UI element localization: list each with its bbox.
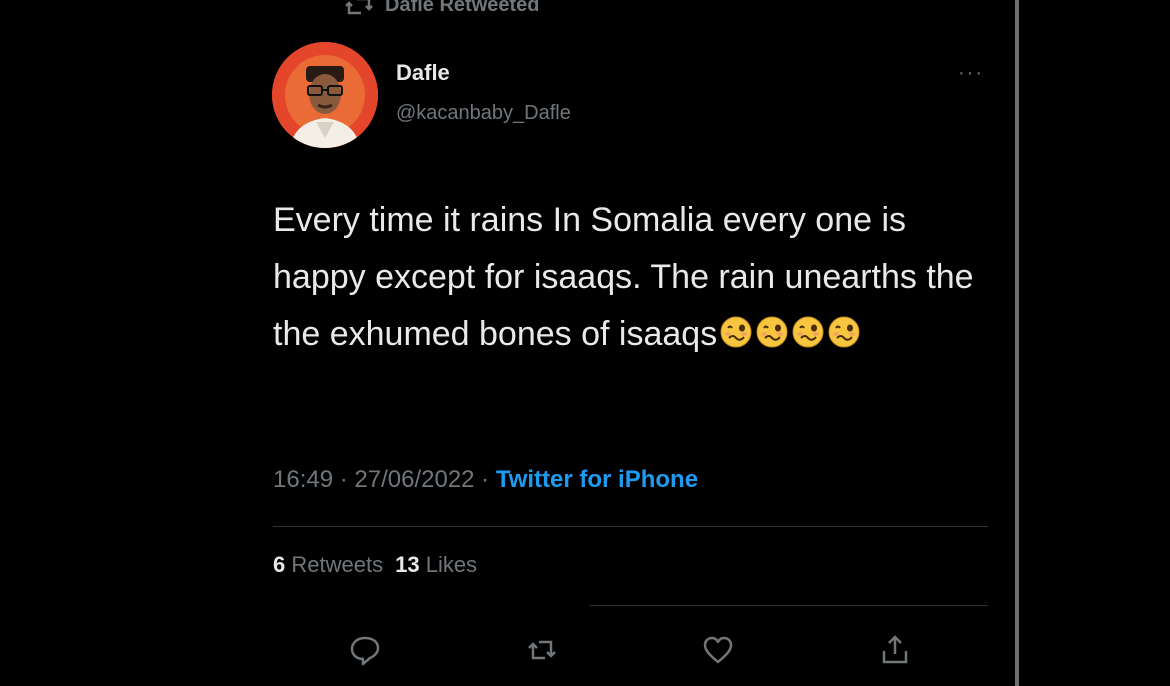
display-name[interactable]: Dafle bbox=[396, 60, 450, 86]
woozy-face-icon bbox=[720, 316, 752, 348]
reply-button[interactable] bbox=[345, 630, 385, 670]
woozy-face-icon bbox=[792, 316, 824, 348]
divider bbox=[590, 605, 988, 606]
retweets-label[interactable]: Retweets bbox=[291, 552, 383, 577]
tweet-meta: 16:49 · 27/06/2022 · Twitter for iPhone bbox=[273, 466, 698, 494]
divider bbox=[273, 526, 988, 527]
tweet-time[interactable]: 16:49 bbox=[273, 466, 333, 493]
likes-count[interactable]: 13 bbox=[395, 552, 419, 577]
retweet-button[interactable] bbox=[522, 630, 562, 670]
meta-separator: · bbox=[474, 466, 496, 493]
retweet-banner: Dafle Retweeted bbox=[345, 0, 540, 17]
avatar[interactable] bbox=[272, 42, 378, 148]
column-border bbox=[1015, 0, 1019, 686]
share-button[interactable] bbox=[875, 630, 915, 670]
meta-separator: · bbox=[333, 466, 355, 493]
tweet-text: Every time it rains In Somalia every one… bbox=[273, 192, 993, 363]
retweet-icon bbox=[528, 640, 556, 660]
tweet-stats: 6 Retweets 13 Likes bbox=[273, 552, 477, 578]
share-icon bbox=[882, 635, 908, 664]
likes-label[interactable]: Likes bbox=[426, 552, 477, 577]
like-button[interactable] bbox=[698, 630, 738, 670]
handle[interactable]: @kacanbaby_Dafle bbox=[396, 102, 571, 125]
tweet-body: Every time it rains In Somalia every one… bbox=[273, 201, 974, 353]
heart-icon bbox=[703, 636, 733, 664]
more-icon[interactable]: ··· bbox=[958, 62, 984, 85]
woozy-face-icon bbox=[756, 316, 788, 348]
retweet-icon bbox=[345, 0, 373, 14]
woozy-face-icon bbox=[828, 316, 860, 348]
tweet-source[interactable]: Twitter for iPhone bbox=[496, 466, 698, 493]
reply-icon bbox=[350, 636, 380, 666]
tweet-date[interactable]: 27/06/2022 bbox=[354, 466, 474, 493]
avatar-image bbox=[272, 42, 378, 148]
retweet-banner-text[interactable]: Dafle Retweeted bbox=[385, 0, 540, 17]
emoji-row bbox=[717, 315, 861, 353]
retweets-count[interactable]: 6 bbox=[273, 552, 285, 577]
